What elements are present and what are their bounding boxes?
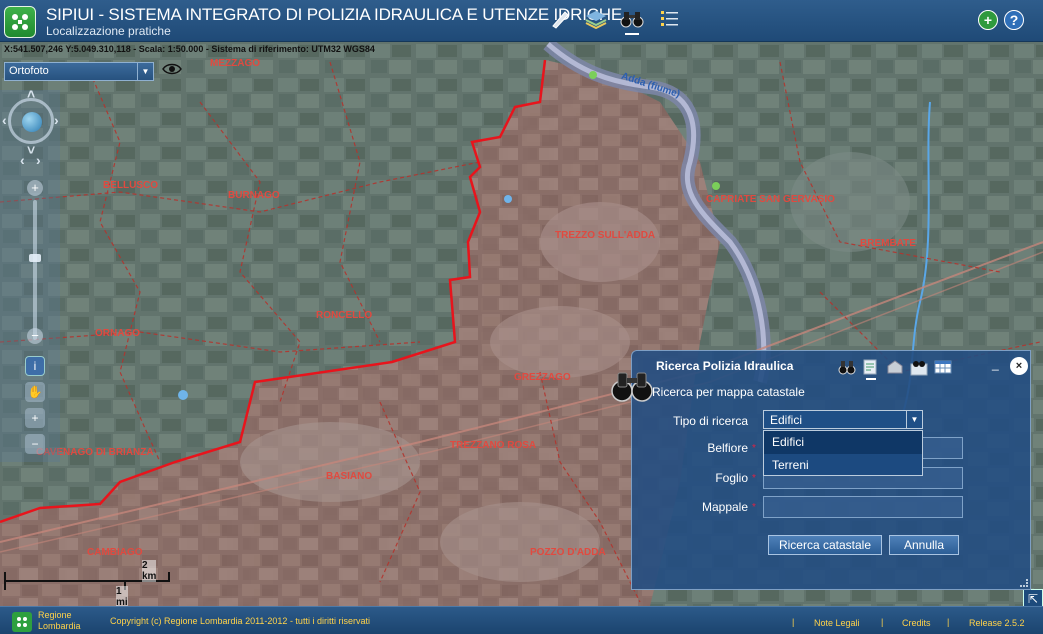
required-mark: * xyxy=(752,443,756,454)
app-window: SIPIUI - SISTEMA INTEGRATO DI POLIZIA ID… xyxy=(0,0,1043,634)
required-mark: * xyxy=(752,502,756,513)
close-button[interactable]: × xyxy=(1010,357,1028,375)
scale-km-label: 2 km xyxy=(142,560,157,582)
table-icon[interactable] xyxy=(933,357,953,377)
coordinate-readout: X:541.507,246 Y:5.049.310,118 - Scala: 1… xyxy=(4,44,375,54)
mappale-label: Mappale xyxy=(701,500,748,514)
search-dialog: Ricerca Polizia Idraulica _ × Ricerca pe… xyxy=(611,350,1031,590)
tipo-select[interactable]: Edifici ▼ xyxy=(763,410,923,429)
place-label: BELLUSCO xyxy=(103,180,158,191)
separator: | xyxy=(881,617,884,627)
chevron-down-icon: ▼ xyxy=(906,411,922,428)
place-label: TREZZANO ROSA xyxy=(450,440,537,451)
base-layer-value: Ortofoto xyxy=(9,65,49,77)
place-label: BREMBATE xyxy=(860,238,916,249)
hand-icon[interactable]: ✋ xyxy=(25,382,45,402)
place-label: MEZZAGO xyxy=(210,58,260,69)
binoculars-map-icon[interactable] xyxy=(909,357,929,377)
app-subtitle: Localizzazione pratiche xyxy=(46,24,171,38)
info-icon[interactable]: i xyxy=(25,356,45,376)
belfiore-label: Belfiore xyxy=(707,441,748,455)
base-layer-select[interactable]: Ortofoto ▼ xyxy=(4,62,154,81)
zoom-slider-thumb[interactable] xyxy=(29,254,41,262)
tipo-select-value: Edifici xyxy=(770,413,803,427)
map-navigation-panel: ˄ ˅ ‹ › ‹ › + − i ✋ + − xyxy=(0,86,60,462)
place-label: POZZO D'ADDA xyxy=(530,547,606,558)
pan-left-icon[interactable]: ‹ xyxy=(2,112,7,128)
lombardia-logo-icon xyxy=(12,612,32,632)
pan-left-small-icon[interactable]: ‹ xyxy=(20,152,25,168)
app-title: SIPIUI - SISTEMA INTEGRATO DI POLIZIA ID… xyxy=(46,5,623,24)
release-label: Release 2.5.2 xyxy=(969,618,1025,628)
region-line-1: Regione xyxy=(38,610,72,620)
region-line-2: Lombardia xyxy=(38,621,81,631)
pan-up-icon[interactable]: ˄ xyxy=(27,86,35,102)
dropdown-option-edifici[interactable]: Edifici xyxy=(764,431,922,454)
required-mark: * xyxy=(752,473,756,484)
separator: | xyxy=(947,617,950,627)
foglio-label: Foglio xyxy=(715,471,748,485)
eye-icon[interactable] xyxy=(162,62,182,81)
dropdown-option-terreni[interactable]: Terreni xyxy=(764,454,922,477)
pan-down-icon[interactable]: ˅ xyxy=(27,142,35,158)
zoom-box-out-icon[interactable]: − xyxy=(25,434,45,454)
zoom-slider[interactable] xyxy=(33,200,37,340)
place-label: TREZZO SULL'ADDA xyxy=(555,230,656,241)
scale-mi-label: 1 mi xyxy=(116,586,128,606)
binoculars-icon xyxy=(610,369,654,408)
minimize-button[interactable]: _ xyxy=(992,357,999,371)
help-icon[interactable]: ? xyxy=(1004,10,1024,30)
scale-bar-mi xyxy=(4,582,126,590)
building-icon[interactable] xyxy=(885,357,905,377)
dialog-toolbar xyxy=(837,357,953,380)
place-label: GREZZAGO xyxy=(514,372,571,383)
separator: | xyxy=(792,617,795,627)
place-label: RONCELLO xyxy=(316,310,373,321)
copyright-text: Copyright (c) Regione Lombardia 2011-201… xyxy=(110,616,370,626)
dialog-heading: Ricerca per mappa catastale xyxy=(652,385,805,399)
dialog-title: Ricerca Polizia Idraulica xyxy=(656,359,794,373)
chevron-down-icon: ▼ xyxy=(137,63,153,80)
place-label: BASIANO xyxy=(326,471,373,482)
map-search-icon[interactable] xyxy=(861,357,881,380)
cancel-button[interactable]: Annulla xyxy=(889,535,959,555)
zoom-box-in-icon[interactable]: + xyxy=(25,408,45,428)
place-label: CAMBIAGO xyxy=(87,547,143,558)
list-icon[interactable] xyxy=(657,6,683,32)
binoculars-icon[interactable] xyxy=(837,357,857,377)
place-label: CAPRIATE SAN GERVASIO xyxy=(706,194,835,205)
region-name: Regione Lombardia xyxy=(38,610,81,632)
pan-right-icon[interactable]: › xyxy=(54,112,59,128)
tipo-label: Tipo di ricerca xyxy=(673,414,748,428)
lombardia-logo-icon xyxy=(4,6,36,38)
zoom-out-icon[interactable]: − xyxy=(27,328,43,344)
place-label: ORNAGO xyxy=(95,328,140,339)
pencil-icon[interactable] xyxy=(547,6,573,32)
app-footer: Regione Lombardia Copyright (c) Regione … xyxy=(0,606,1043,634)
mappale-field[interactable] xyxy=(763,496,963,518)
layers-icon[interactable] xyxy=(583,6,609,32)
add-icon[interactable]: + xyxy=(978,10,998,30)
binoculars-icon[interactable] xyxy=(619,6,645,35)
legal-notes-link[interactable]: Note Legali xyxy=(814,618,860,628)
app-header: SIPIUI - SISTEMA INTEGRATO DI POLIZIA ID… xyxy=(0,0,1043,42)
pan-right-small-icon[interactable]: › xyxy=(36,152,41,168)
globe-icon[interactable] xyxy=(22,112,42,132)
overview-toggle-icon[interactable]: ⇱ xyxy=(1023,589,1043,606)
tipo-dropdown: Edifici Terreni xyxy=(763,430,923,476)
credits-link[interactable]: Credits xyxy=(902,618,931,628)
zoom-in-icon[interactable]: + xyxy=(27,180,43,196)
place-label: BURNAGO xyxy=(228,190,280,201)
resize-handle[interactable] xyxy=(1020,579,1028,587)
search-button[interactable]: Ricerca catastale xyxy=(768,535,882,555)
